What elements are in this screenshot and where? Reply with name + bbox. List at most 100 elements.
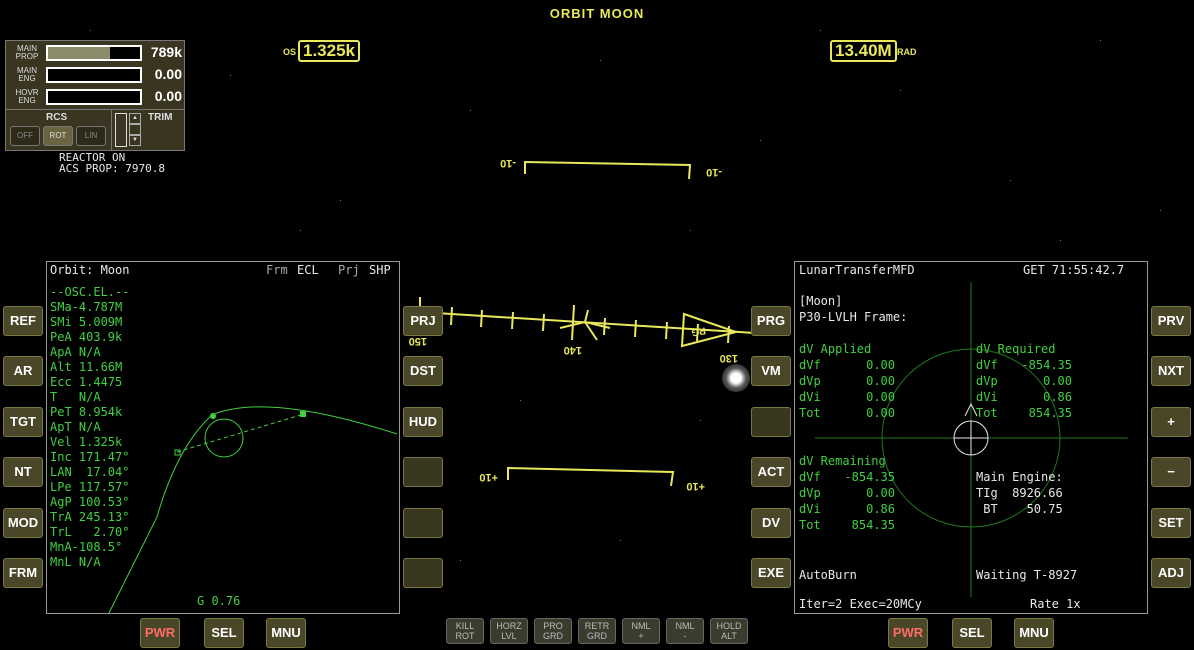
vm-button[interactable]: VM [751, 356, 791, 386]
nav-label: NML [631, 621, 651, 631]
nxt-button[interactable]: NXT [1151, 356, 1191, 386]
orbital-element-row: Inc 171.47° [50, 450, 130, 464]
gravity-value: G 0.76 [197, 594, 241, 608]
blank-button[interactable] [403, 508, 443, 538]
dst-button[interactable]: DST [403, 356, 443, 386]
dv-component-label: dVi [976, 390, 998, 404]
dv-button[interactable]: DV [751, 508, 791, 538]
plus-button[interactable]: + [1151, 407, 1191, 437]
kill-rot-button[interactable]: KILL ROT [446, 618, 484, 644]
dv-required-header: dV Required [976, 342, 1056, 356]
left-sel-button[interactable]: SEL [204, 618, 244, 648]
orbital-element-row: SMa-4.787M [50, 300, 123, 314]
orbital-element-row: ApA N/A [50, 345, 101, 359]
tgt-button[interactable]: TGT [3, 407, 43, 437]
ref-button[interactable]: REF [3, 306, 43, 336]
blank-button[interactable] [403, 558, 443, 588]
heading-label-150: 150 [409, 335, 427, 347]
dv-applied-header: dV Applied [799, 342, 872, 356]
iter-exec-status: Iter=2 Exec=20MCy [799, 597, 922, 611]
blank-button[interactable] [403, 457, 443, 487]
adj-button[interactable]: ADJ [1151, 558, 1191, 588]
nav-label: GRD [543, 631, 563, 641]
orbital-element-row: PeT 8.954k [50, 405, 123, 419]
node-marker [174, 449, 181, 456]
right-mnu-button[interactable]: MNU [1014, 618, 1054, 648]
orbit-mfd-title: Orbit: Moon [50, 263, 130, 277]
retrograde-button[interactable]: RETR GRD [578, 618, 616, 644]
nav-label: HOLD [716, 621, 742, 631]
hud-mode-title: ORBIT MOON [549, 6, 645, 21]
blank-button[interactable] [751, 407, 791, 437]
orbital-element-row: TrL 2.70° [50, 525, 130, 539]
periapsis-marker [210, 413, 216, 419]
prg-button[interactable]: PRG [751, 306, 791, 336]
horz-lvl-button[interactable]: HORZ LVL [490, 618, 528, 644]
nav-label: RETR [584, 621, 610, 631]
dv-component-label: dVp [976, 374, 998, 388]
dv-component-value: 0.00 [866, 358, 895, 372]
orbital-element-row: ApT N/A [50, 420, 101, 434]
orbit-speed-readout: 1.325k [298, 40, 360, 62]
nav-label: PRO [543, 621, 563, 631]
right-pwr-button[interactable]: PWR [888, 618, 928, 648]
dv-component-value: 0.00 [1043, 374, 1072, 388]
frm-label: Frm [266, 263, 288, 277]
nt-button[interactable]: NT [3, 457, 43, 487]
dv-component-label: dVi [799, 390, 821, 404]
prograde-button[interactable]: PRO GRD [534, 618, 572, 644]
frm-button[interactable]: FRM [3, 558, 43, 588]
exe-button[interactable]: EXE [751, 558, 791, 588]
ar-button[interactable]: AR [3, 356, 43, 386]
orbital-element-row: LPe 117.57° [50, 480, 130, 494]
ladder-label-top-left: -10 [500, 157, 516, 169]
hold-alt-button[interactable]: HOLD ALT [710, 618, 748, 644]
main-prop-bar [46, 45, 142, 61]
rcs-off-button[interactable]: OFF [10, 126, 40, 146]
rcs-lin-button[interactable]: LIN [76, 126, 106, 146]
prograde-label: PG [690, 324, 706, 337]
prv-button[interactable]: PRV [1151, 306, 1191, 336]
dv-component-value: 0.00 [866, 406, 895, 420]
orbital-element-row: AgP 100.53° [50, 495, 130, 509]
lt-mfd-title: LunarTransferMFD [799, 263, 915, 277]
dv-component-label: Tot [799, 518, 821, 532]
nav-label: ALT [721, 631, 737, 641]
orbital-element-row: MnL N/A [50, 555, 101, 569]
trim-center-button[interactable] [129, 124, 141, 135]
engine-status-panel: MAIN PROP 789k MAIN ENG 0.00 HOVR ENG 0.… [5, 40, 185, 151]
dv-component-value: 854.35 [851, 518, 895, 532]
ladder-label-bottom-right: +10 [686, 480, 705, 492]
right-sel-button[interactable]: SEL [952, 618, 992, 648]
normal-plus-button[interactable]: NML + [622, 618, 660, 644]
act-button[interactable]: ACT [751, 457, 791, 487]
hovr-eng-bar [46, 89, 142, 105]
rcs-label: RCS [46, 112, 68, 123]
nav-label: GRD [587, 631, 607, 641]
frm-value: ECL [297, 263, 319, 277]
trim-down-button[interactable]: ▼ [129, 135, 141, 146]
dv-component-label: dVp [799, 486, 821, 500]
left-pwr-button[interactable]: PWR [140, 618, 180, 648]
dv-component-value: 0.86 [1043, 390, 1072, 404]
hovr-eng-value: 0.00 [154, 88, 182, 104]
pitch-ladder-bottom-line [507, 466, 675, 487]
ladder-label-bottom-left: +10 [479, 471, 498, 483]
set-button[interactable]: SET [1151, 508, 1191, 538]
reference-body: [Moon] [799, 294, 843, 308]
dv-component-label: dVf [976, 358, 998, 372]
nav-label: KILL [455, 621, 475, 631]
rad-label: RAD [897, 47, 917, 57]
mod-button[interactable]: MOD [3, 508, 43, 538]
acs-prop-status: ACS PROP: 7970.8 [59, 162, 165, 175]
nav-label: + [638, 631, 644, 641]
left-mnu-button[interactable]: MNU [266, 618, 306, 648]
hud-button[interactable]: HUD [403, 407, 443, 437]
status-text: REACTOR ON ACS PROP: 7970.8 [59, 152, 165, 174]
orbital-element-row: MnA-108.5° [50, 540, 123, 554]
trim-up-button[interactable]: ▲ [129, 113, 141, 124]
minus-button[interactable]: − [1151, 457, 1191, 487]
normal-minus-button[interactable]: NML - [666, 618, 704, 644]
prj-button[interactable]: PRJ [403, 306, 443, 336]
rcs-rot-button[interactable]: ROT [43, 126, 73, 146]
